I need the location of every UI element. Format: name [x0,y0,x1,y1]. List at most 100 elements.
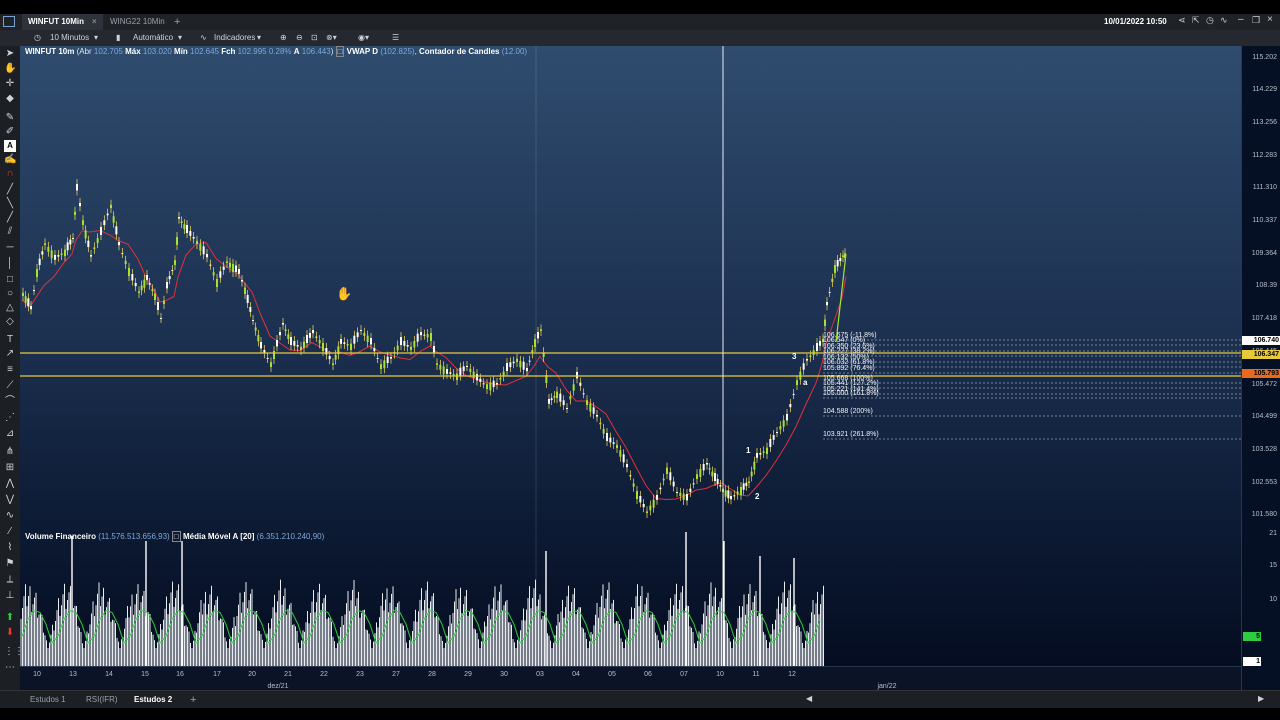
channel-icon[interactable]: ⫽ [4,226,16,238]
indicators-button[interactable]: Indicadores [214,30,255,46]
candle-body [579,382,582,386]
gann-icon[interactable]: ⊿ [4,428,16,440]
trend-icon[interactable]: ∿ [1220,15,1228,26]
candle-body [54,255,56,260]
buy-arrow-icon[interactable]: ⬆ [4,612,16,624]
hand-icon[interactable]: ✋ [4,63,16,75]
add-study-tab-button[interactable]: + [190,691,196,709]
time-tick-label: 23 [356,671,364,678]
more-tools-icon[interactable]: ⋯ [4,662,16,674]
maximize-icon[interactable]: ❐ [1252,15,1260,26]
chevron-down-icon[interactable]: ▾ [178,30,182,46]
time-axis[interactable]: 10 13 14 15 16 17 20 21 22 23 27 28 29 30 03 04 05 06 07 10… [20,666,1241,691]
legend-settings-icon[interactable]: □ [171,531,181,542]
candle-body [436,363,438,365]
pattern-icon[interactable]: ⋁ [4,494,16,506]
fib-fan-icon[interactable]: ⟋ [4,380,16,392]
pitchfork-icon[interactable]: ⋔ [4,446,16,458]
tab-wing22[interactable]: WING22 10Min [104,14,171,30]
candle-body [406,345,409,347]
close-icon[interactable]: × [92,17,97,26]
fibonacci-icon[interactable]: ≡ [4,364,16,376]
tab-estudos-1[interactable]: Estudos 1 [30,691,66,709]
clock-icon[interactable]: ◷ [1206,15,1214,26]
note-icon[interactable]: ⌇ [4,542,16,554]
interval-select[interactable]: 10 Minutos [50,30,89,46]
anchor-icon[interactable]: ⊥ [4,590,16,602]
candle-body [380,364,382,369]
price-axis[interactable]: 115.202 114.229 113.256 112.283 111.310 110.3… [1241,46,1280,690]
zoom-fit-icon[interactable]: ⊡ [311,30,318,46]
brush-icon[interactable]: ✐ [4,126,16,138]
scroll-right-icon[interactable]: ▶ [1258,694,1264,703]
time-tick-label: 10 [33,671,41,678]
candle-body [160,318,162,319]
eye-icon[interactable]: ◉▾ [358,30,369,46]
brush-tool-icon[interactable]: ⁄ [4,526,16,538]
trendline-icon[interactable]: ╱ [4,212,16,224]
candle-body [138,291,140,293]
candle-body [293,341,296,346]
candle-body [629,475,632,477]
tab-estudos-2[interactable]: Estudos 2 [134,691,172,709]
candle-body [828,292,831,293]
chevron-down-icon[interactable]: ▾ [94,30,98,46]
text-icon[interactable]: T [4,334,16,346]
close-window-icon[interactable]: × [1267,14,1273,25]
rectangle-icon[interactable]: □ [4,274,16,286]
ray-icon[interactable]: ╲ [4,198,16,210]
datetime: 10/01/2022 10:50 [1104,17,1167,26]
magnet-icon[interactable]: ∩ [4,168,16,180]
candles-counter-value: (12.00) [501,47,528,56]
zoom-options-icon[interactable]: ⊗▾ [326,30,337,46]
candle-body [612,442,615,444]
flag-icon[interactable]: ⚑ [4,558,16,570]
crosshair-icon[interactable]: ✛ [4,78,16,90]
circle-icon[interactable]: ○ [4,288,16,300]
zoom-in-icon[interactable]: ⊕ [280,30,287,46]
vline-icon[interactable]: │ [4,258,16,270]
text-tool-icon[interactable]: A [4,140,16,152]
eraser-icon[interactable]: ◆ [4,93,16,105]
candle-body [328,356,331,360]
scale-mode-select[interactable]: Automático [133,30,173,46]
polyline-icon[interactable]: ◇ [4,316,16,328]
ruler-icon[interactable]: ⟂ [4,574,16,586]
candle-body [706,463,708,465]
chart-plot-area[interactable]: WINFUT 10m (Abr 102.705 Máx 103.020 Mín … [20,46,1241,690]
candle-body [772,435,775,440]
share-icon[interactable]: ⋖ [1178,15,1186,26]
candle-body [376,358,379,359]
add-tab-button[interactable]: + [168,14,186,30]
chevron-down-icon[interactable]: ▾ [257,30,261,46]
grid-icon[interactable]: ⋮⋮ [4,646,24,658]
line-icon[interactable]: ╱ [4,184,16,196]
sell-arrow-icon[interactable]: ⬇ [4,627,16,639]
candle-body [699,469,702,477]
candle-body [199,244,202,251]
highlighter-icon[interactable]: ✍ [4,154,16,166]
candle-body [232,264,234,272]
external-icon[interactable]: ⇱ [1192,15,1200,26]
measure-icon[interactable]: ⊞ [4,462,16,474]
triangle-icon[interactable]: △ [4,302,16,314]
tab-winfut[interactable]: WINFUT 10Min × [22,14,103,30]
settings-icon[interactable]: ☰ [392,30,399,46]
zoom-out-icon[interactable]: ⊖ [296,30,303,46]
fib-time-icon[interactable]: ⋰ [4,412,16,424]
cursor-icon[interactable]: ➤ [4,48,16,60]
price-tick-label: 102.553 [1251,478,1277,486]
candle-body [209,264,212,266]
elliott-icon[interactable]: ⋀ [4,478,16,490]
arrow-icon[interactable]: ↗ [4,348,16,360]
scroll-left-icon[interactable]: ◀ [806,694,812,703]
legend-settings-icon[interactable]: □ [335,46,345,57]
cycle-icon[interactable]: ∿ [4,510,16,522]
fib-arc-icon[interactable]: ⌒ [4,396,16,408]
candle-body [140,285,143,291]
candle-body [300,346,302,350]
minimize-icon[interactable]: – [1238,14,1244,25]
pencil-icon[interactable]: ✎ [4,112,16,124]
tab-rsi[interactable]: RSI(IFR) [86,691,118,709]
hline-icon[interactable]: ─ [4,242,16,254]
